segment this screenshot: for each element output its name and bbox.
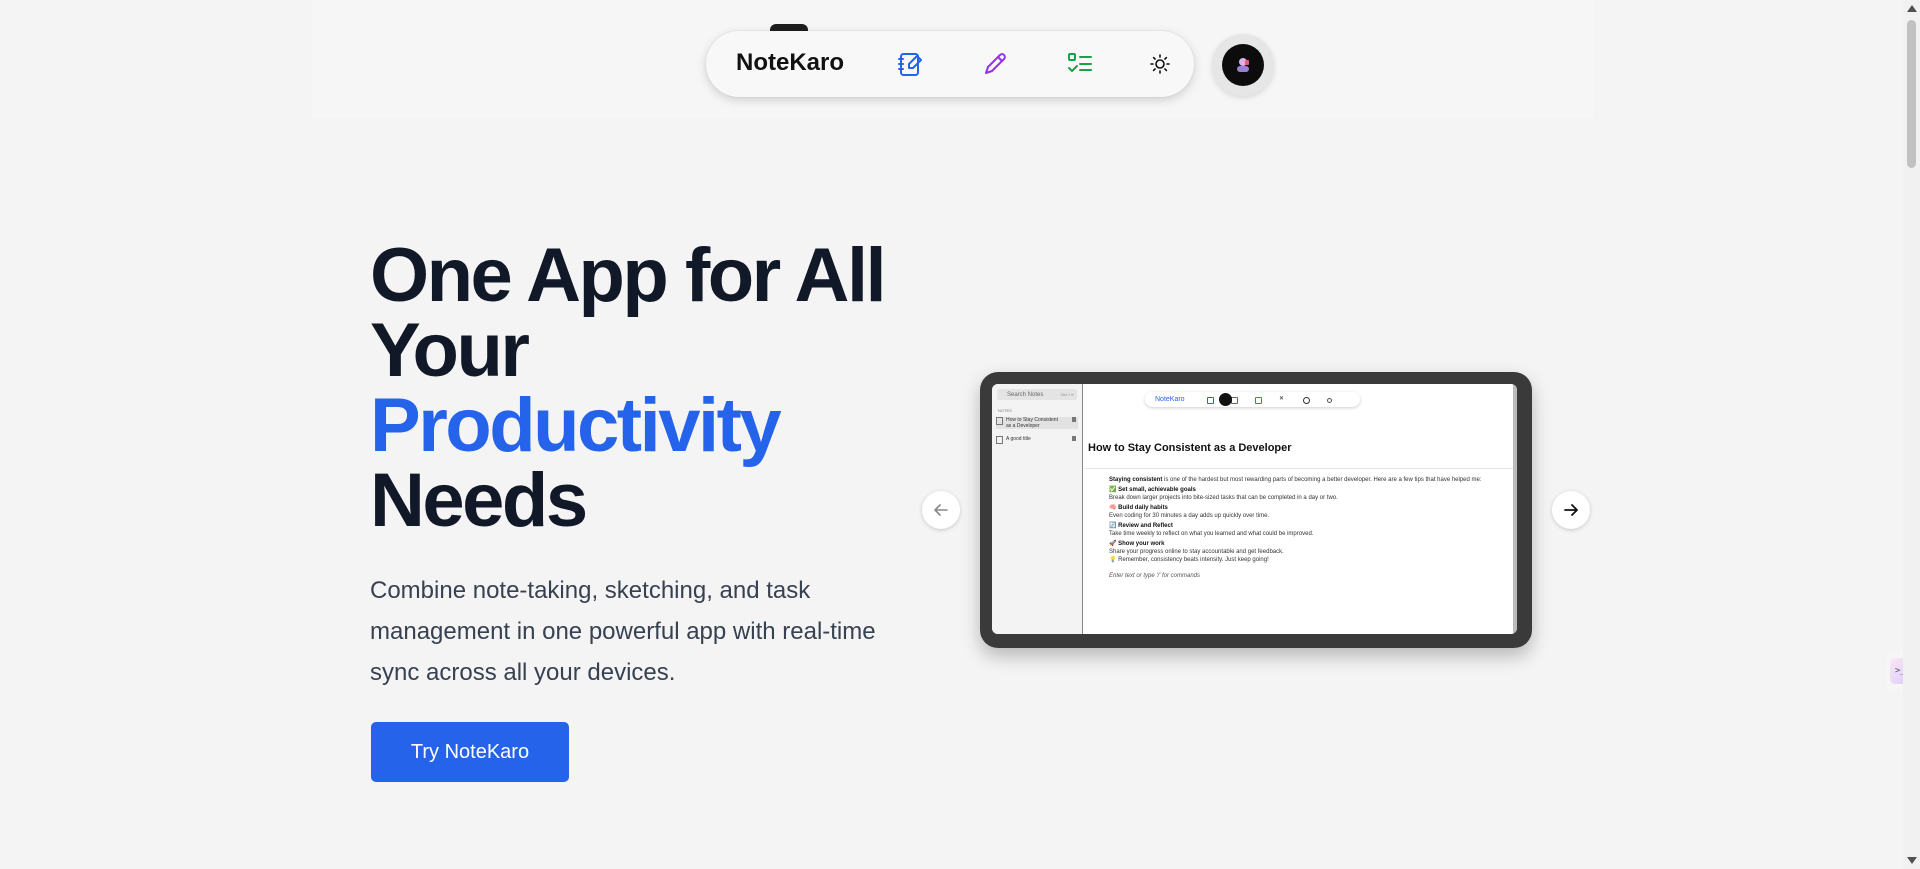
arrow-left-icon [934, 504, 948, 516]
preview-search-shortcut: Ctrl + K [1060, 392, 1074, 397]
hero-title-line2: Your [370, 308, 530, 393]
preview-note-body: Staying consistent is one of the hardest… [1109, 476, 1509, 580]
preview-section-label: NOTES [998, 408, 1012, 413]
floating-navbar: NoteKaro [706, 31, 1194, 97]
preview-navbar: NoteKaro ✕ [1145, 392, 1360, 407]
hero-title: One App for All Your Productivity Needs [370, 238, 890, 539]
preview-tip-text: Take time weekly to reflect on what you … [1109, 531, 1314, 537]
preview-note-item: A good title [996, 436, 1078, 444]
hero-subtitle: Combine note-taking, sketching, and task… [370, 577, 876, 686]
avatar-image-icon [1237, 58, 1249, 72]
preview-intro-bold: Staying consistent [1109, 477, 1163, 483]
app-preview-tablet: Search Notes Ctrl + K NOTES How to Stay … [980, 372, 1532, 648]
preview-github-icon [1303, 397, 1310, 404]
hero-title-line4: Needs [370, 458, 588, 543]
hero-title-accent: Productivity [370, 383, 782, 468]
preview-tip-text: Break down larger projects into bite-siz… [1109, 495, 1338, 501]
preview-closing: 💡 Remember, consistency beats intensity.… [1109, 557, 1269, 563]
brand-logo[interactable]: NoteKaro [736, 49, 844, 77]
arrow-right-icon [1564, 504, 1578, 516]
preview-tip-text: Share your progress online to stay accou… [1109, 549, 1284, 555]
app-preview-screen: Search Notes Ctrl + K NOTES How to Stay … [992, 384, 1517, 634]
pencil-icon[interactable] [977, 46, 1013, 82]
sun-icon[interactable] [1142, 46, 1178, 82]
scroll-thumb[interactable] [1907, 20, 1916, 168]
preview-search-placeholder: Search Notes [1007, 391, 1044, 398]
preview-checklist-icon [1255, 397, 1262, 404]
carousel-next-button[interactable] [1552, 491, 1590, 529]
preview-scrollbar [1513, 384, 1517, 634]
scroll-up-arrow[interactable] [1907, 5, 1917, 12]
preview-pencil-icon [1231, 397, 1238, 404]
scroll-down-arrow[interactable] [1907, 857, 1917, 864]
preview-sun-icon [1327, 398, 1332, 403]
preview-divider [1084, 468, 1514, 469]
preview-notebook-icon [1207, 397, 1214, 404]
preview-tip-title: 🔄 Review and Reflect [1109, 523, 1173, 529]
hero-title-line1: One App for All [370, 233, 887, 318]
preview-intro-rest: is one of the hardest but most rewarding… [1162, 477, 1482, 483]
preview-x-icon: ✕ [1279, 396, 1285, 402]
preview-note-title: A good title [1006, 436, 1031, 442]
preview-editor-hint: Enter text or type '/' for commands [1109, 573, 1200, 579]
preview-brand: NoteKaro [1155, 396, 1185, 403]
preview-tip-text: Even coding for 30 minutes a day adds up… [1109, 513, 1270, 519]
carousel-prev-button[interactable] [922, 491, 960, 529]
preview-avatar [1219, 393, 1232, 406]
preview-note-title: How to Stay Consistent as a Developer [1006, 417, 1058, 429]
try-notekaro-button[interactable]: Try NoteKaro [371, 722, 569, 782]
avatar [1222, 44, 1264, 86]
notebook-icon[interactable] [892, 46, 928, 82]
checklist-icon[interactable] [1062, 46, 1098, 82]
preview-heading: How to Stay Consistent as a Developer [1088, 442, 1292, 454]
preview-sidebar: Search Notes Ctrl + K NOTES How to Stay … [992, 384, 1083, 634]
page-scrollbar[interactable] [1903, 0, 1920, 869]
preview-tip-title: 🧠 Build daily habits [1109, 505, 1168, 511]
preview-search: Search Notes Ctrl + K [997, 389, 1077, 400]
preview-tip-title: ✅ Set small, achievable goals [1109, 487, 1196, 493]
preview-note-item: How to Stay Consistent as a Developer [996, 417, 1078, 429]
user-avatar-button[interactable] [1212, 34, 1274, 96]
preview-tip-title: 🚀 Show your work [1109, 541, 1165, 547]
